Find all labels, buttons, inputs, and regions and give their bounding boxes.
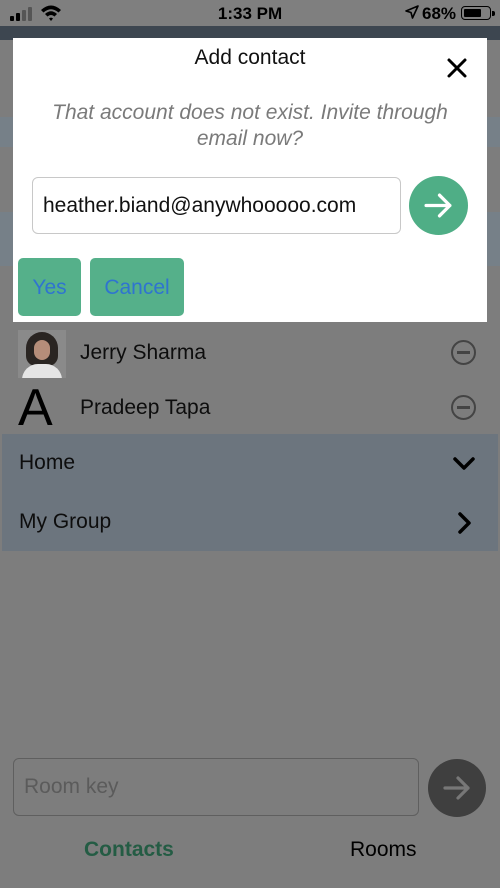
group-label: Home: [19, 451, 76, 474]
arrow-right-icon: [424, 193, 452, 218]
chevron-down-icon[interactable]: [450, 450, 478, 478]
dialog-title: Add contact: [194, 46, 306, 69]
add-contact-dialog: Add contact That account does not exist.…: [13, 38, 487, 322]
group-item-my-group[interactable]: My Group: [2, 493, 498, 551]
send-invite-button[interactable]: [409, 176, 468, 235]
contact-name: Pradeep Tapa: [80, 396, 211, 419]
avatar: [18, 330, 66, 378]
group-label: My Group: [19, 510, 112, 533]
chevron-right-icon[interactable]: [450, 509, 478, 537]
location-arrow-icon: [405, 5, 419, 19]
remove-contact-icon[interactable]: [451, 395, 476, 420]
contact-row[interactable]: Jerry Sharma: [0, 327, 500, 381]
tab-contacts[interactable]: Contacts: [84, 838, 174, 862]
cancel-button[interactable]: Cancel: [90, 258, 184, 316]
avatar: A: [18, 380, 53, 428]
arrow-right-icon: [443, 776, 470, 800]
email-field[interactable]: [32, 177, 401, 234]
status-bar: 1:33 PM 68%: [0, 0, 500, 26]
room-key-input[interactable]: [13, 758, 419, 816]
group-item-home[interactable]: Home: [2, 434, 498, 492]
contact-name: Jerry Sharma: [80, 341, 207, 364]
contact-row[interactable]: A Pradeep Tapa: [0, 380, 500, 436]
battery-icon: [461, 6, 495, 20]
dialog-message: That account does not exist. Invite thro…: [52, 101, 448, 150]
tab-rooms[interactable]: Rooms: [350, 838, 417, 862]
join-room-button[interactable]: [428, 759, 486, 817]
battery-percentage: 68%: [422, 4, 457, 23]
yes-button[interactable]: Yes: [18, 258, 81, 316]
remove-contact-icon[interactable]: [451, 340, 476, 365]
group-list: Home My Group: [2, 434, 498, 551]
close-icon[interactable]: [445, 56, 469, 80]
